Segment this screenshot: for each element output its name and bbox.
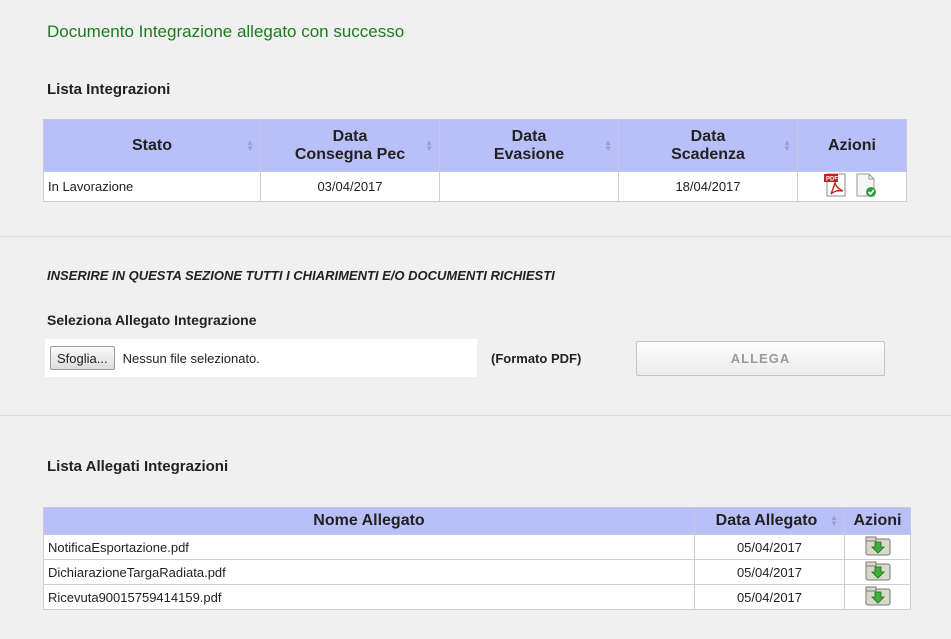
section-divider <box>0 236 951 237</box>
svg-text:PDF: PDF <box>826 177 838 183</box>
table-row: NotificaEsportazione.pdf 05/04/2017 <box>43 534 911 560</box>
column-header-azioni: Azioni <box>797 119 907 172</box>
sort-icon[interactable]: ▲ ▼ <box>604 138 612 152</box>
column-header-nome-allegato[interactable]: Nome Allegato <box>43 507 695 535</box>
download-folder-icon[interactable] <box>865 561 891 584</box>
cell-azioni <box>844 559 911 585</box>
column-header-data-scadenza[interactable]: Data Scadenza ▲ ▼ <box>618 119 798 172</box>
upload-label: Seleziona Allegato Integrazione <box>47 312 257 328</box>
browse-button[interactable]: Sfoglia... <box>50 346 115 370</box>
file-input[interactable]: Sfoglia... Nessun file selezionato. <box>45 339 477 377</box>
column-header-azioni: Azioni <box>844 507 911 535</box>
cell-azioni <box>844 584 911 610</box>
download-folder-icon[interactable] <box>865 536 891 559</box>
column-header-stato[interactable]: Stato ▲ ▼ <box>43 119 261 172</box>
download-folder-icon[interactable] <box>865 586 891 609</box>
sort-icon[interactable]: ▲ ▼ <box>830 514 838 528</box>
file-status: Nessun file selezionato. <box>122 350 260 366</box>
sort-icon[interactable]: ▲ ▼ <box>783 138 791 152</box>
cell-azioni: PDF <box>797 171 907 202</box>
cell-data-consegna: 03/04/2017 <box>260 171 440 202</box>
success-message: Documento Integrazione allegato con succ… <box>47 22 405 41</box>
table-row: In Lavorazione 03/04/2017 18/04/2017 PDF <box>43 171 907 202</box>
table-row: Ricevuta90015759414159.pdf 05/04/2017 <box>43 584 911 610</box>
attach-button[interactable]: ALLEGA <box>636 341 885 376</box>
cell-data-evasione <box>439 171 619 202</box>
format-label: (Formato PDF) <box>491 351 582 366</box>
column-header-data-allegato[interactable]: Data Allegato ▲ ▼ <box>694 507 845 535</box>
cell-data-allegato: 05/04/2017 <box>694 584 845 610</box>
upload-instruction: INSERIRE IN QUESTA SEZIONE TUTTI I CHIAR… <box>47 268 555 283</box>
cell-data-scadenza: 18/04/2017 <box>618 171 798 202</box>
attachments-title: Lista Allegati Integrazioni <box>47 458 229 475</box>
cell-stato: In Lavorazione <box>43 171 261 202</box>
column-header-data-evasione[interactable]: Data Evasione ▲ ▼ <box>439 119 619 172</box>
integrations-table: Stato ▲ ▼ Data Consegna Pec ▲ ▼ Data Evasi… <box>43 119 907 202</box>
cell-nome-allegato: Ricevuta90015759414159.pdf <box>43 584 695 610</box>
document-approved-icon[interactable] <box>854 172 878 201</box>
sort-icon[interactable]: ▲ ▼ <box>246 138 254 152</box>
column-header-data-consegna[interactable]: Data Consegna Pec ▲ ▼ <box>260 119 440 172</box>
table-row: DichiarazioneTargaRadiata.pdf 05/04/2017 <box>43 559 911 585</box>
sort-icon[interactable]: ▲ ▼ <box>425 138 433 152</box>
cell-nome-allegato: NotificaEsportazione.pdf <box>43 534 695 560</box>
section-divider <box>0 415 951 416</box>
integrations-title: Lista Integrazioni <box>47 81 171 98</box>
cell-data-allegato: 05/04/2017 <box>694 559 845 585</box>
cell-azioni <box>844 534 911 560</box>
cell-nome-allegato: DichiarazioneTargaRadiata.pdf <box>43 559 695 585</box>
attachments-table: Nome Allegato Data Allegato ▲ ▼ Azioni No… <box>43 507 911 610</box>
cell-data-allegato: 05/04/2017 <box>694 534 845 560</box>
pdf-icon[interactable]: PDF <box>824 172 848 201</box>
